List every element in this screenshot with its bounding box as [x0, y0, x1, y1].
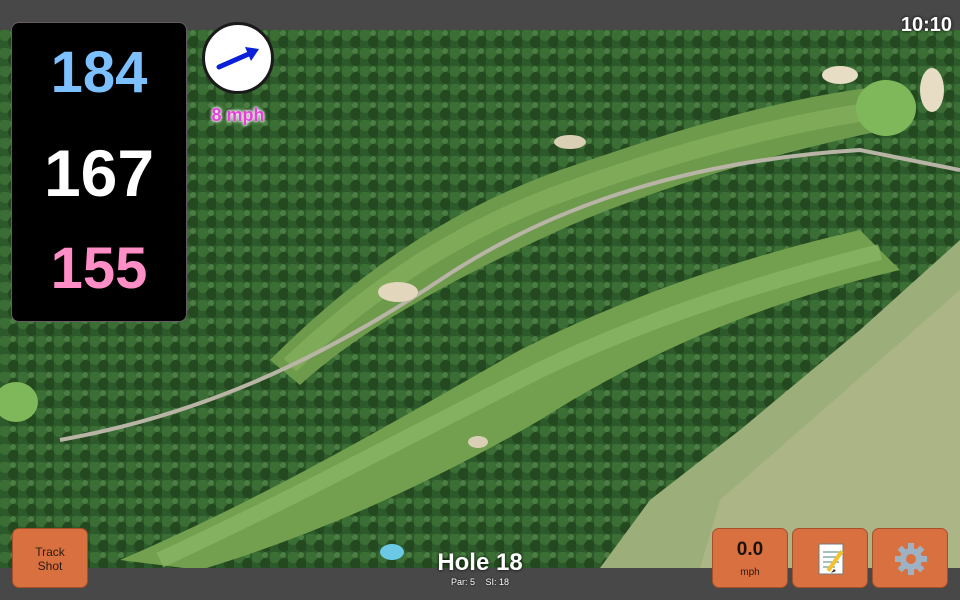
clock: 10:10 — [900, 14, 952, 36]
gear-icon — [895, 543, 927, 575]
track-shot-label-line2: Shot — [37, 559, 63, 573]
arrow-right-icon — [216, 47, 259, 70]
par-label: Par: 5 — [450, 577, 475, 587]
settings-button[interactable] — [872, 528, 948, 588]
notes-button[interactable] — [792, 528, 868, 588]
speed-button[interactable]: 0.0 mph — [712, 528, 788, 588]
middle-distance: 167 — [43, 136, 155, 210]
distance-panel: 184 167 155 — [11, 22, 187, 322]
stroke-index-label: SI: 18 — [485, 577, 510, 587]
wind-speed-label: 8 mph — [211, 105, 265, 125]
speed-value: 0.0 — [736, 539, 764, 560]
track-shot-button[interactable]: Track Shot — [12, 528, 88, 588]
hole-title: Hole 18 — [437, 549, 523, 576]
wind-indicator — [202, 22, 274, 94]
back-distance: 184 — [50, 40, 148, 105]
hole-info: Par: 5 SI: 18 — [380, 577, 580, 587]
notepad-icon — [818, 543, 844, 575]
track-shot-label-line1: Track — [35, 545, 65, 559]
front-distance: 155 — [50, 236, 148, 301]
speed-unit: mph — [740, 567, 760, 578]
